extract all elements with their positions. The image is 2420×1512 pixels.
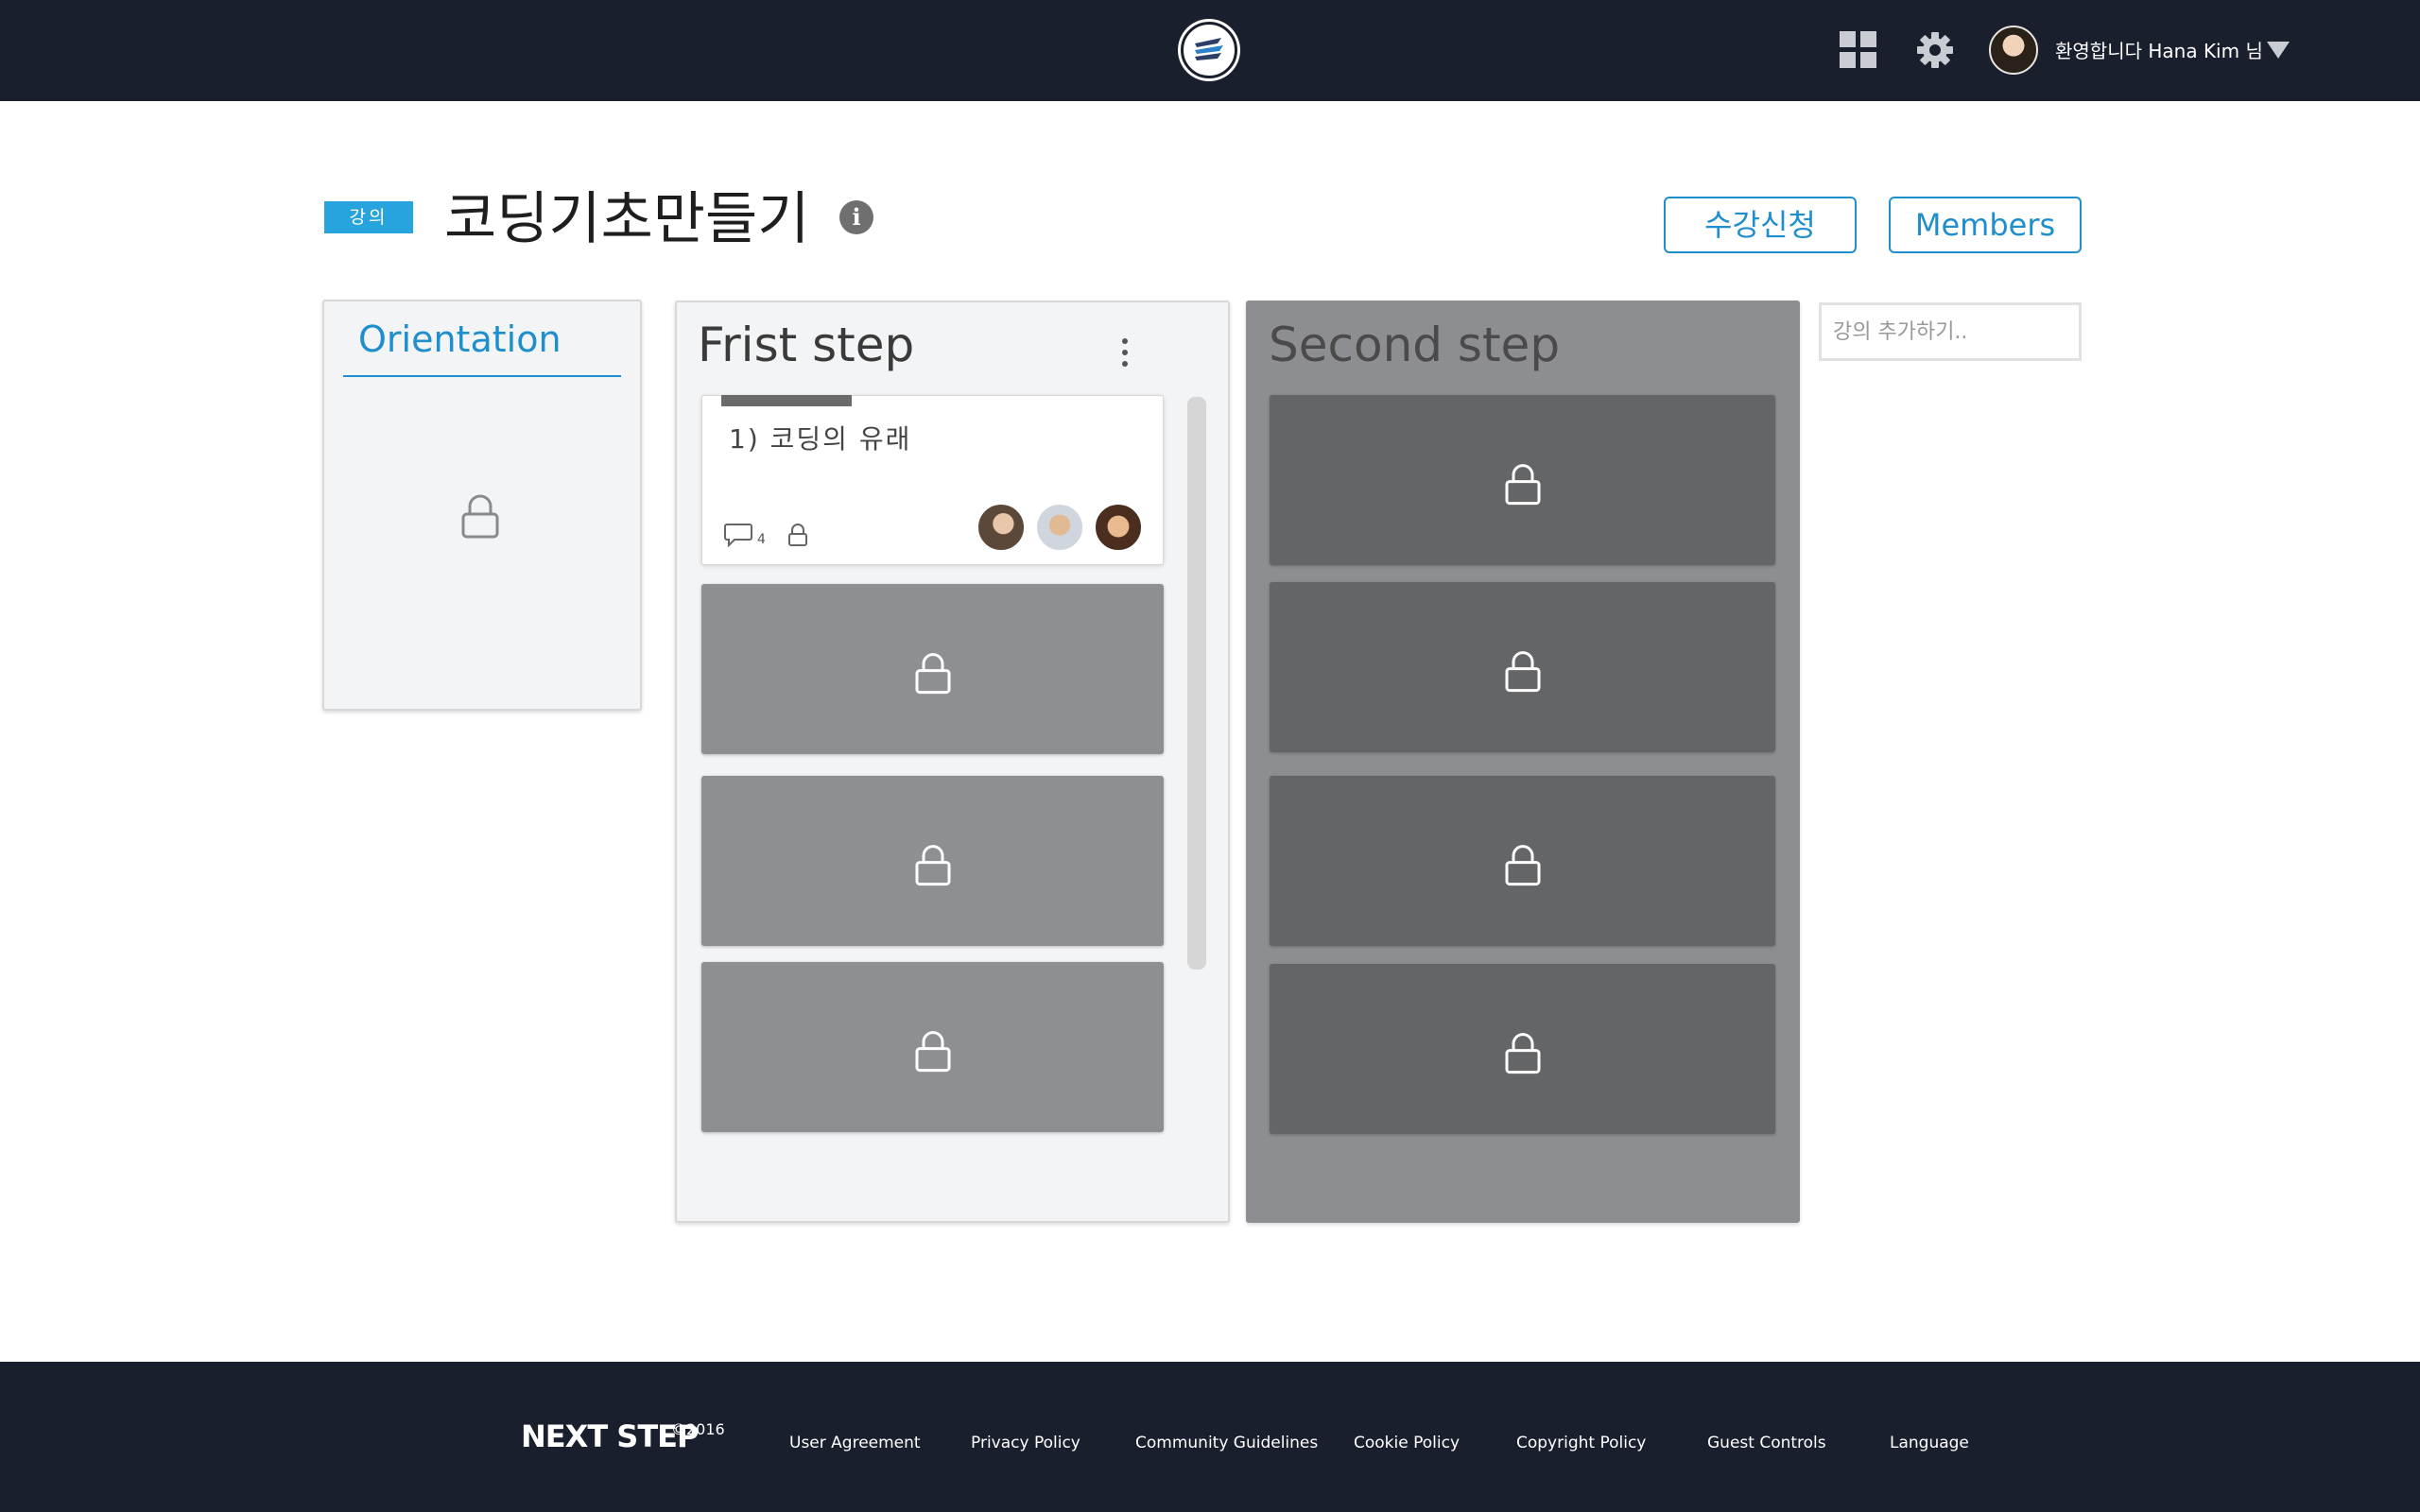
orientation-column: Orientation xyxy=(322,300,642,711)
enroll-button[interactable]: 수강신청 xyxy=(1664,197,1857,253)
lecture-card[interactable]: 1) 코딩의 유래 4 xyxy=(701,395,1164,565)
comment-count: 4 xyxy=(757,532,766,547)
column-title: Second step xyxy=(1269,318,1561,372)
footer-link-community-guidelines[interactable]: Community Guidelines xyxy=(1135,1434,1318,1452)
course-type-badge: 강의 xyxy=(324,201,413,233)
second-step-column: Second step xyxy=(1246,301,1800,1223)
lock-icon xyxy=(1505,1033,1540,1074)
title-underline xyxy=(343,375,621,377)
footer-link-user-agreement[interactable]: User Agreement xyxy=(789,1434,921,1452)
lock-icon xyxy=(915,653,950,695)
more-options-icon[interactable] xyxy=(1117,336,1132,370)
footer-link-language[interactable]: Language xyxy=(1890,1434,1969,1452)
lock-icon xyxy=(1505,651,1540,693)
locked-lecture-card[interactable] xyxy=(701,962,1164,1132)
info-icon[interactable]: i xyxy=(839,200,873,234)
member-avatar[interactable] xyxy=(1094,503,1143,552)
lock-icon xyxy=(915,1031,950,1073)
footer-link-copyright-policy[interactable]: Copyright Policy xyxy=(1516,1434,1646,1452)
page-title: 코딩기초만들기 xyxy=(444,186,810,252)
locked-lecture-card[interactable] xyxy=(701,584,1164,754)
user-greeting[interactable]: 환영합니다 Hana Kim 님 xyxy=(2055,36,2263,63)
footer-link-cookie-policy[interactable]: Cookie Policy xyxy=(1354,1434,1460,1452)
user-avatar[interactable] xyxy=(1989,26,2038,75)
column-title: Frist step xyxy=(698,318,915,372)
lock-icon xyxy=(461,494,499,539)
lecture-title: 1) 코딩의 유래 xyxy=(729,423,912,455)
apps-grid-icon[interactable] xyxy=(1840,31,1877,69)
caret-down-icon[interactable] xyxy=(2267,42,2290,59)
first-step-column: Frist step 1) 코딩의 유래 4 xyxy=(675,301,1230,1223)
add-lecture-input[interactable] xyxy=(1819,302,2082,361)
gear-icon[interactable] xyxy=(1916,31,1954,69)
member-avatar[interactable] xyxy=(977,503,1026,552)
footer-link-guest-controls[interactable]: Guest Controls xyxy=(1707,1434,1826,1452)
lock-icon xyxy=(915,845,950,886)
lock-icon xyxy=(1505,464,1540,506)
locked-lecture-card[interactable] xyxy=(1270,964,1775,1134)
logo-icon[interactable] xyxy=(1181,22,1237,78)
locked-lecture-card[interactable] xyxy=(1270,776,1775,946)
members-button[interactable]: Members xyxy=(1889,197,2082,253)
locked-lecture-card[interactable] xyxy=(701,776,1164,946)
unlocked-icon xyxy=(788,524,807,546)
footer: NEXT STEP ©2016 User Agreement Privacy P… xyxy=(0,1362,2420,1512)
locked-lecture-card[interactable] xyxy=(1270,582,1775,752)
lock-icon xyxy=(1505,845,1540,886)
progress-strip xyxy=(721,395,852,406)
footer-link-privacy-policy[interactable]: Privacy Policy xyxy=(971,1434,1080,1452)
footer-copyright: ©2016 xyxy=(671,1420,725,1438)
top-navigation-bar: 환영합니다 Hana Kim 님 xyxy=(0,0,2420,101)
column-title[interactable]: Orientation xyxy=(358,318,562,360)
locked-lecture-card[interactable] xyxy=(1270,395,1775,565)
comment-icon[interactable] xyxy=(723,523,753,547)
member-avatar[interactable] xyxy=(1035,503,1084,552)
column-scrollbar[interactable] xyxy=(1187,397,1206,970)
